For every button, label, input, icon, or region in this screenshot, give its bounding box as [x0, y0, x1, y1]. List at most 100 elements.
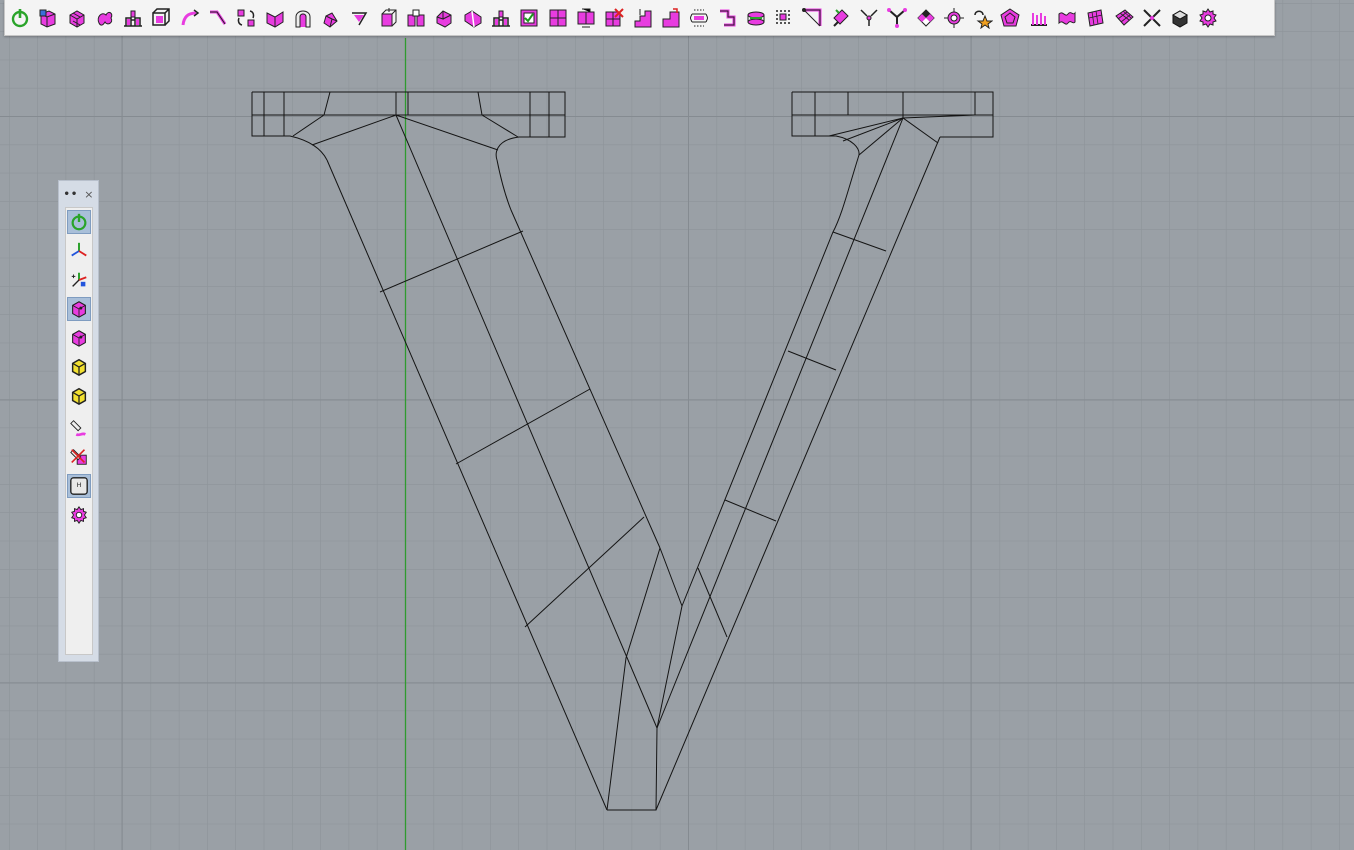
cube-frame-icon: [150, 7, 172, 29]
extrude-icon: [377, 7, 399, 29]
corner-icon: [801, 7, 823, 29]
pen-button[interactable]: [67, 416, 91, 440]
surface-grid-button[interactable]: [1111, 5, 1137, 31]
left-arm-outer: [326, 159, 608, 811]
curve-button[interactable]: [177, 5, 203, 31]
merge-icon: [575, 7, 597, 29]
dark-cube-button[interactable]: [1167, 5, 1193, 31]
close-icon[interactable]: ×: [84, 188, 93, 201]
polygon-button[interactable]: [997, 5, 1023, 31]
bridge-icon: [490, 7, 512, 29]
viewport[interactable]: [0, 0, 1354, 850]
grid-icon: [547, 7, 569, 29]
step-button[interactable]: [658, 5, 684, 31]
stairs-button[interactable]: [630, 5, 656, 31]
right-arm-outer: [655, 136, 941, 811]
comb-button[interactable]: [1026, 5, 1052, 31]
bridge-button[interactable]: [120, 5, 146, 31]
cube-edit-button[interactable]: [67, 297, 91, 321]
bridge-icon: [122, 7, 144, 29]
insert-button[interactable]: [403, 5, 429, 31]
power-icon: [9, 7, 31, 29]
cube-frame-button[interactable]: [148, 5, 174, 31]
points-icon: [773, 7, 795, 29]
merge-button[interactable]: [573, 5, 599, 31]
top-toolbar: [4, 0, 1275, 36]
stairs-icon: [632, 7, 654, 29]
brush-button[interactable]: [828, 5, 854, 31]
cube-icon: [69, 328, 89, 348]
floating-toolbar-titlebar[interactable]: •• ×: [59, 181, 98, 207]
h-key-button[interactable]: H: [67, 474, 91, 498]
blob-icon: [94, 7, 116, 29]
surface-button[interactable]: [1082, 5, 1108, 31]
split-button[interactable]: [856, 5, 882, 31]
corner-button[interactable]: [799, 5, 825, 31]
dark-cube-icon: [1169, 7, 1191, 29]
star-icon: [971, 7, 994, 29]
checker-icon: [915, 7, 937, 29]
pen-icon: [69, 418, 89, 438]
svg-text:H: H: [77, 482, 82, 489]
floating-toolbar-buttons: H: [65, 207, 93, 655]
star-button[interactable]: [969, 5, 995, 31]
fold-icon: [264, 7, 286, 29]
twist-button[interactable]: [318, 5, 344, 31]
power-button[interactable]: [7, 5, 33, 31]
pen-cancel-button[interactable]: [67, 445, 91, 469]
y-split-button[interactable]: [884, 5, 910, 31]
wave-button[interactable]: [1054, 5, 1080, 31]
box-button[interactable]: [35, 5, 61, 31]
arch-button[interactable]: [290, 5, 316, 31]
checker-button[interactable]: [913, 5, 939, 31]
v-shape-model[interactable]: [251, 91, 994, 811]
delete-icon: [603, 7, 625, 29]
delete-button[interactable]: [601, 5, 627, 31]
cube-yellow-button[interactable]: [67, 355, 91, 379]
blob-button[interactable]: [92, 5, 118, 31]
brush-icon: [830, 7, 852, 29]
settings-gear-button[interactable]: [1195, 5, 1221, 31]
cube-yellow-icon: [69, 357, 89, 377]
solid-cage-button[interactable]: [64, 5, 90, 31]
power-button[interactable]: [67, 210, 91, 234]
crease-button[interactable]: [347, 5, 373, 31]
fold-button[interactable]: [262, 5, 288, 31]
grid: [0, 0, 1354, 850]
flip-button[interactable]: [714, 5, 740, 31]
h-key-icon: H: [69, 476, 89, 496]
ring-button[interactable]: [743, 5, 769, 31]
right-arm-midline: [656, 117, 904, 729]
gear-button[interactable]: [67, 503, 91, 527]
ring-icon: [745, 7, 767, 29]
target-button[interactable]: [941, 5, 967, 31]
gear-icon: [69, 505, 89, 525]
drag-handle[interactable]: ••: [63, 189, 78, 200]
viewport-canvas[interactable]: [0, 0, 1354, 850]
surface-grid-icon: [1113, 7, 1135, 29]
extrude-button[interactable]: [375, 5, 401, 31]
rotate-button[interactable]: [233, 5, 259, 31]
rotate-icon: [235, 7, 257, 29]
cube-magenta-button[interactable]: [67, 326, 91, 350]
cross-button[interactable]: [1139, 5, 1165, 31]
cube-yellow-alt-button[interactable]: [67, 384, 91, 408]
axes-pick-button[interactable]: [67, 268, 91, 292]
bend-button[interactable]: [205, 5, 231, 31]
check-icon: [518, 7, 540, 29]
gear-icon: [1197, 7, 1219, 29]
bevel-icon: [433, 7, 455, 29]
subdivide-button[interactable]: [545, 5, 571, 31]
check-button[interactable]: [516, 5, 542, 31]
floating-toolbar[interactable]: •• × H: [58, 180, 99, 662]
twist-icon: [320, 7, 342, 29]
axes-icon: [69, 241, 89, 261]
loop-button[interactable]: [686, 5, 712, 31]
bevel-button[interactable]: [431, 5, 457, 31]
y-split-icon: [886, 7, 908, 29]
pen-cancel-icon: [69, 447, 89, 467]
axes-button[interactable]: [67, 239, 91, 263]
points-button[interactable]: [771, 5, 797, 31]
bridge-faces-button[interactable]: [488, 5, 514, 31]
slide-button[interactable]: [460, 5, 486, 31]
